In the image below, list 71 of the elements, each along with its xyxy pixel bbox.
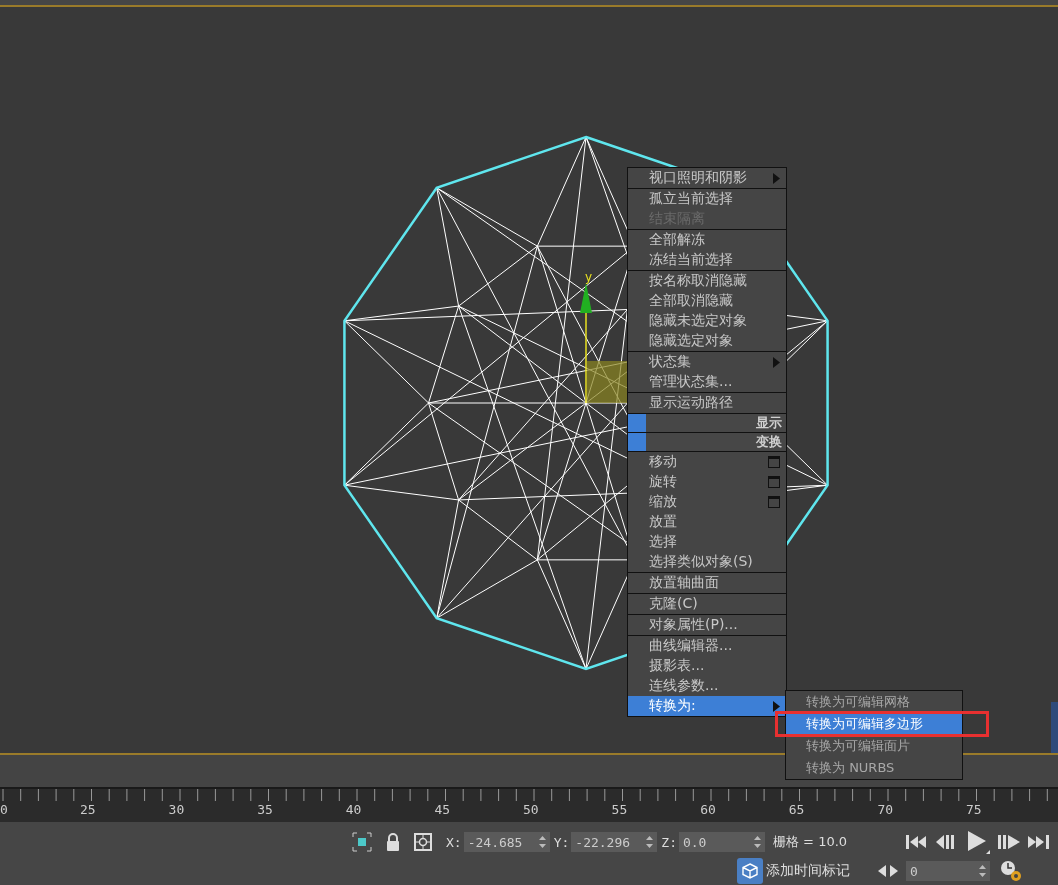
menu-item[interactable]: 转换为 NURBS bbox=[786, 757, 962, 779]
frame-number: 50 bbox=[523, 802, 539, 817]
menu-item[interactable]: 选择 bbox=[628, 532, 786, 552]
menu-item[interactable]: 隐藏选定对象 bbox=[628, 331, 786, 351]
frame-number: 25 bbox=[80, 802, 96, 817]
frame-number: 30 bbox=[168, 802, 185, 817]
menu-item[interactable]: 管理状态集... bbox=[628, 372, 786, 392]
submenu-arrow-icon bbox=[773, 356, 780, 368]
add-time-tag-button[interactable]: 添加时间标记 bbox=[737, 858, 850, 884]
menu-item[interactable]: 全部取消隐藏 bbox=[628, 291, 786, 311]
menu-item[interactable]: 移动 bbox=[628, 452, 786, 472]
menu-item[interactable]: 对象属性(P)... bbox=[628, 615, 786, 635]
menu-item[interactable]: 连线参数... bbox=[628, 676, 786, 696]
frame-number: 35 bbox=[257, 802, 273, 817]
menu-item[interactable]: 摄影表... bbox=[628, 656, 786, 676]
frame-number: 0 bbox=[0, 802, 8, 817]
lock-icon[interactable] bbox=[386, 833, 400, 851]
spinner-icon[interactable] bbox=[538, 836, 546, 848]
menu-item[interactable]: 冻结当前选择 bbox=[628, 250, 786, 270]
selection-icon[interactable] bbox=[352, 832, 372, 852]
frame-number: 40 bbox=[345, 802, 362, 817]
menu-item[interactable]: 显示运动路径 bbox=[628, 393, 786, 413]
spinner-icon[interactable] bbox=[753, 836, 761, 848]
frame-number: 60 bbox=[700, 802, 716, 817]
spinner-icon[interactable] bbox=[646, 836, 654, 848]
frame-number: 70 bbox=[877, 802, 894, 817]
menu-item[interactable]: 放置轴曲面 bbox=[628, 573, 786, 593]
menu-item[interactable]: 选择类似对象(S) bbox=[628, 552, 786, 572]
axis-label: Y: bbox=[553, 834, 570, 850]
frame-number: 65 bbox=[788, 802, 805, 817]
menu-item[interactable]: 转换为可编辑网格 bbox=[786, 691, 962, 713]
play-icon[interactable] bbox=[966, 830, 990, 854]
menu-item[interactable]: 旋转 bbox=[628, 472, 786, 492]
menu-item[interactable]: 隐藏未选定对象 bbox=[628, 311, 786, 331]
coordinate-field[interactable]: 0.0 bbox=[678, 832, 765, 852]
menu-item[interactable]: 全部解冻 bbox=[628, 230, 786, 250]
menu-item[interactable]: 转换为可编辑多边形 bbox=[786, 713, 962, 735]
menu-item[interactable]: 孤立当前选择 bbox=[628, 189, 786, 209]
spinner-icon[interactable] bbox=[979, 865, 986, 877]
menu-item[interactable]: 转换为: bbox=[628, 696, 786, 716]
axis-label: Z: bbox=[661, 834, 677, 850]
menu-item[interactable]: 放置 bbox=[628, 512, 786, 532]
frame-field[interactable]: 0 bbox=[906, 861, 990, 881]
options-box-icon bbox=[768, 476, 780, 488]
coordinate-field[interactable]: -22.296 bbox=[571, 832, 658, 852]
go-to-start-icon[interactable] bbox=[906, 834, 928, 850]
options-box-icon bbox=[768, 456, 780, 468]
go-to-end-icon[interactable] bbox=[1028, 834, 1050, 850]
timeline-ruler[interactable] bbox=[0, 787, 1058, 822]
menu-item[interactable]: 克隆(C) bbox=[628, 594, 786, 614]
frame-number: 55 bbox=[611, 802, 628, 817]
axis-label: X: bbox=[446, 834, 462, 850]
menu-item[interactable]: 按名称取消隐藏 bbox=[628, 271, 786, 291]
submenu-arrow-icon bbox=[773, 700, 780, 712]
frame-number: 75 bbox=[966, 802, 982, 817]
cube-icon bbox=[741, 862, 759, 880]
next-frame-icon[interactable] bbox=[998, 834, 1020, 850]
key-mode-icon[interactable] bbox=[878, 864, 898, 878]
menu-item[interactable]: 转换为可编辑面片 bbox=[786, 735, 962, 757]
menu-item[interactable]: 状态集 bbox=[628, 352, 786, 372]
grid-size-label: 栅格 = 10.0 bbox=[772, 833, 848, 851]
menu-item[interactable]: 曲线编辑器... bbox=[628, 636, 786, 656]
menu-item[interactable]: 缩放 bbox=[628, 492, 786, 512]
time-configuration-icon[interactable] bbox=[1000, 860, 1022, 882]
submenu-arrow-icon bbox=[773, 172, 780, 184]
coordinate-field[interactable]: -24.685 bbox=[463, 832, 550, 852]
absolute-mode-icon[interactable] bbox=[414, 833, 432, 851]
frame-number: 45 bbox=[434, 802, 451, 817]
options-box-icon bbox=[768, 496, 780, 508]
axis-label: y bbox=[585, 270, 593, 284]
menu-item[interactable]: 视口照明和阴影 bbox=[628, 168, 786, 188]
